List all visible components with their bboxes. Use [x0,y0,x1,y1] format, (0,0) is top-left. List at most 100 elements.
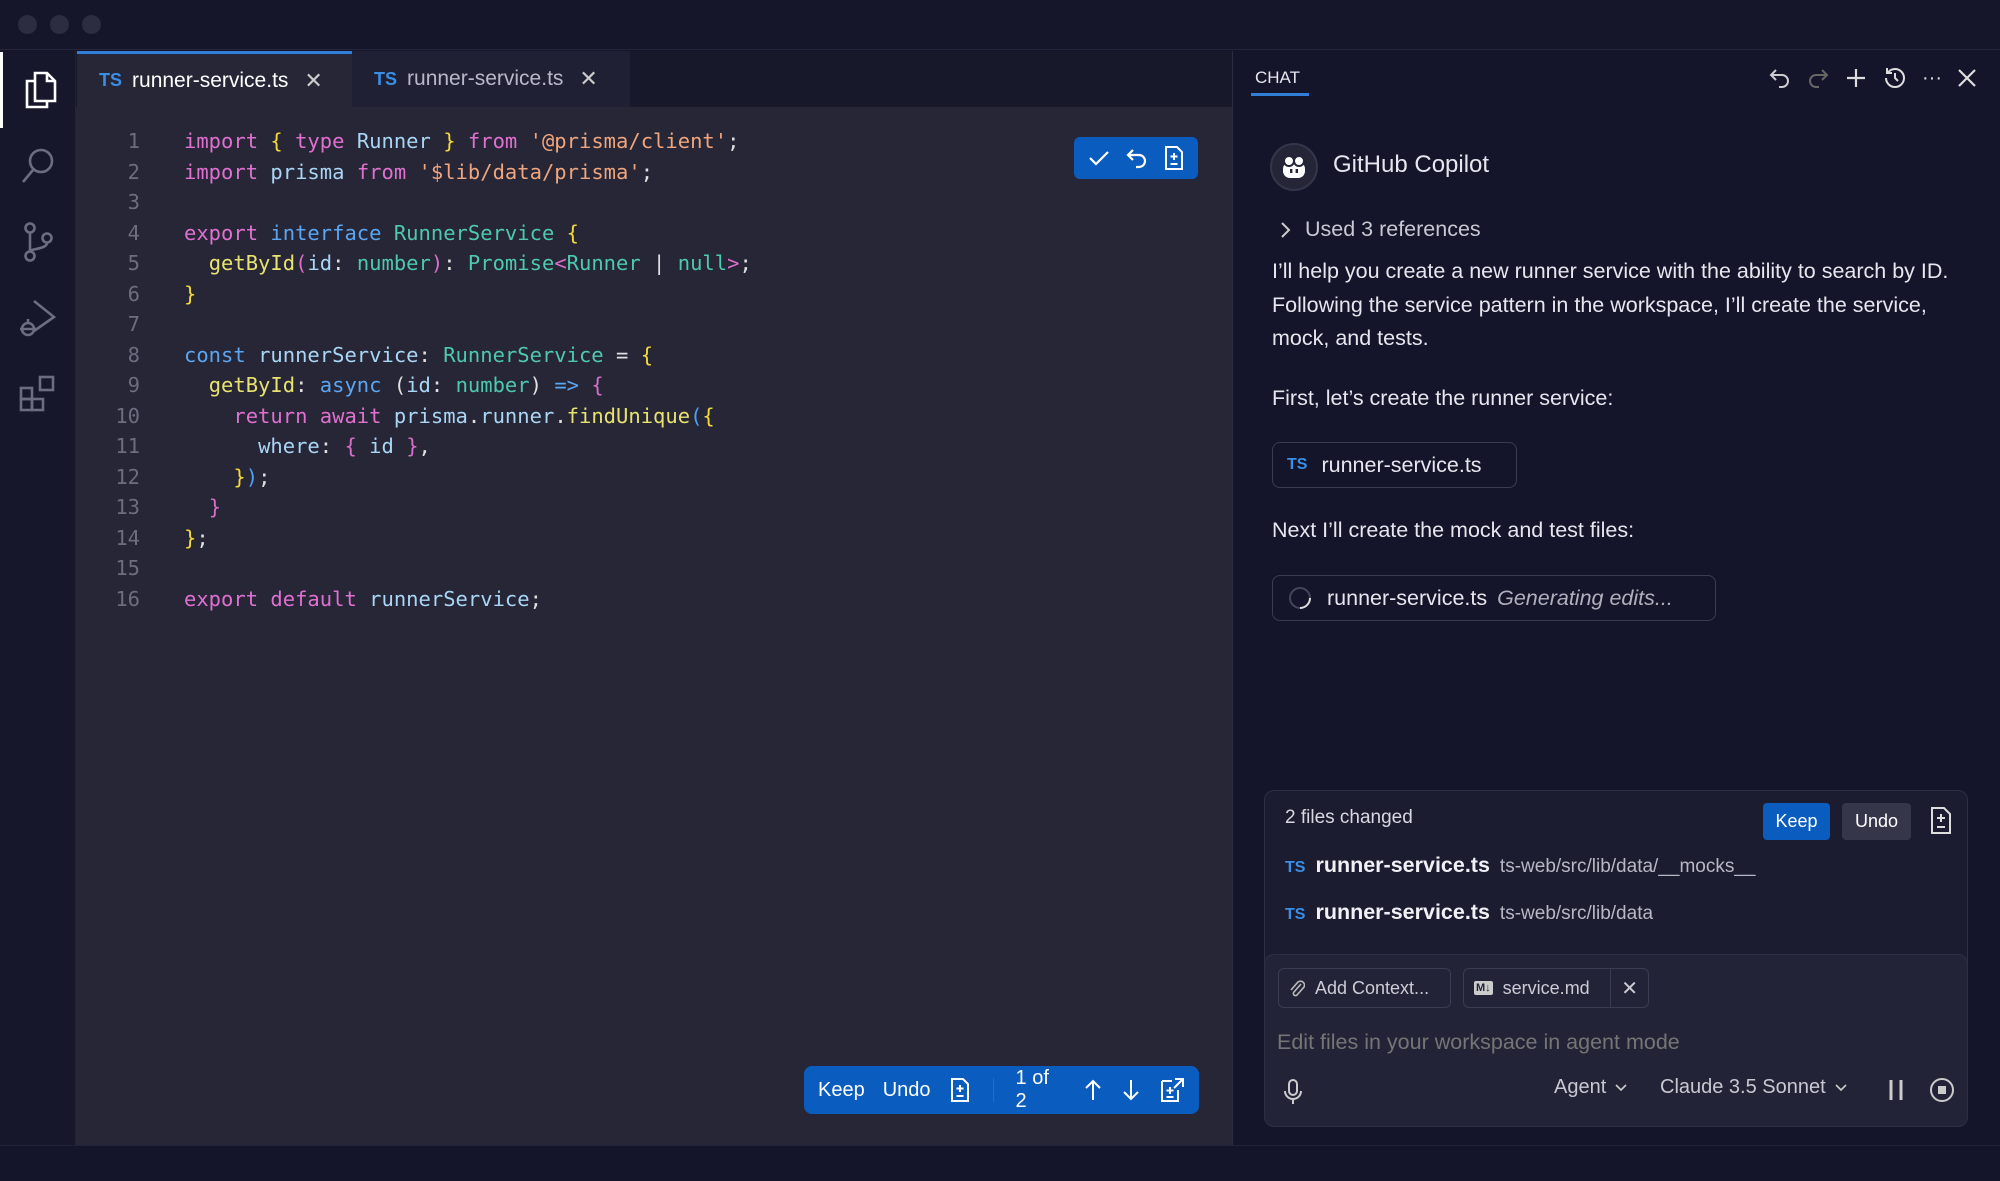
model-dropdown[interactable]: Claude 3.5 Sonnet [1660,1076,1848,1099]
code-token: ( [382,370,407,401]
add-context-label: Add Context... [1315,978,1429,999]
undo-button[interactable]: Undo [883,1079,931,1102]
code-token [406,157,418,188]
attachment-name: service.md [1503,978,1590,999]
close-chat-icon[interactable] [1956,67,1978,89]
tab-chat[interactable]: CHAT [1255,68,1300,88]
accept-change-icon[interactable] [1087,146,1111,170]
mode-label: Agent [1554,1076,1606,1099]
close-window-button[interactable] [18,15,37,34]
view-all-diffs-icon[interactable] [1929,805,1953,835]
code-token [258,126,270,157]
previous-change-icon[interactable] [1083,1078,1103,1102]
redo-icon[interactable] [1806,66,1830,90]
code-token: runnerService [258,340,418,371]
line-number: 7 [76,309,140,340]
code-line[interactable]: 14}; [76,523,1232,554]
code-token [357,431,369,462]
code-token: id [406,370,431,401]
undo-all-button[interactable]: Undo [1842,803,1911,840]
close-tab-icon[interactable]: ✕ [579,66,597,92]
code-line[interactable]: 13 } [76,492,1232,523]
code-line[interactable]: 6} [76,279,1232,310]
code-line[interactable]: 15 [76,553,1232,584]
typescript-file-icon: TS [374,69,397,90]
code-token: { [591,370,603,401]
tab-runner-service[interactable]: TS runner-service.ts ✕ [352,51,630,107]
code-token [184,370,209,401]
maximize-window-button[interactable] [82,15,101,34]
code-line[interactable]: 8const runnerService: RunnerService = { [76,340,1232,371]
mode-dropdown[interactable]: Agent [1554,1076,1628,1099]
attachment-chip[interactable]: M↓ service.md ✕ [1463,968,1649,1008]
remove-attachment-icon[interactable]: ✕ [1610,969,1648,1007]
code-line[interactable]: 5 getById(id: number): Promise<Runner | … [76,248,1232,279]
code-token [184,431,258,462]
open-diff-icon[interactable] [1163,145,1185,171]
code-token: null [678,248,727,279]
run-debug-icon[interactable] [0,280,76,356]
code-line[interactable]: 2import prisma from '$lib/data/prisma'; [76,157,1232,188]
code-line[interactable]: 11 where: { id }, [76,431,1232,462]
pause-icon[interactable] [1888,1078,1904,1102]
close-tab-icon[interactable]: ✕ [304,68,322,94]
undo-change-icon[interactable] [1125,146,1149,170]
extensions-icon[interactable] [0,356,76,432]
source-control-icon[interactable] [0,204,76,280]
code-line[interactable]: 7 [76,309,1232,340]
file-pill[interactable]: TS runner-service.ts [1272,442,1517,488]
changed-file-row[interactable]: TS runner-service.ts ts-web/src/lib/data… [1285,853,1755,878]
code-token: ( [295,248,307,279]
references-toggle[interactable]: Used 3 references [1279,217,1481,242]
code-line[interactable]: 3 [76,187,1232,218]
code-line[interactable]: 16export default runnerService; [76,584,1232,615]
chat-author: GitHub Copilot [1333,151,1489,179]
stop-icon[interactable] [1929,1077,1955,1103]
copilot-icon [1280,154,1308,180]
undo-icon[interactable] [1768,66,1792,90]
keep-button[interactable]: Keep [818,1079,865,1102]
open-diff-icon[interactable] [949,1077,971,1103]
code-token: interface [270,218,381,249]
changed-file-row[interactable]: TS runner-service.ts ts-web/src/lib/data [1285,900,1653,925]
more-actions-icon[interactable]: ··· [1922,67,1942,90]
line-number: 5 [76,248,140,279]
open-in-editor-icon[interactable] [1159,1077,1185,1103]
new-chat-icon[interactable] [1844,66,1868,90]
change-position: 1 of 2 [1016,1067,1065,1113]
code-token: ) [530,370,555,401]
history-icon[interactable] [1882,65,1908,91]
explorer-icon[interactable] [0,52,76,128]
code-token: from [468,126,517,157]
typescript-file-icon: TS [1285,906,1305,924]
chat-message-input[interactable] [1277,1025,1947,1059]
editor-area: TS runner-service.ts ✕ TS runner-service… [76,51,1232,1145]
code-line[interactable]: 1import { type Runner } from '@prisma/cl… [76,126,1232,157]
code-token [344,157,356,188]
microphone-icon[interactable] [1283,1078,1303,1106]
search-icon[interactable] [0,128,76,204]
code-line[interactable]: 10 return await prisma.runner.findUnique… [76,401,1232,432]
add-context-button[interactable]: Add Context... [1278,968,1451,1008]
code-token: default [270,584,356,615]
code-token [344,126,356,157]
code-token: prisma [270,157,344,188]
line-number: 4 [76,218,140,249]
generating-file-pill[interactable]: runner-service.ts Generating edits... [1272,575,1716,621]
code-token: => [554,370,579,401]
next-change-icon[interactable] [1121,1078,1141,1102]
minimize-window-button[interactable] [50,15,69,34]
keep-all-button[interactable]: Keep [1763,803,1830,840]
code-line[interactable]: 4export interface RunnerService { [76,218,1232,249]
chevron-down-icon [1614,1083,1628,1093]
code-line[interactable]: 9 getById: async (id: number) => { [76,370,1232,401]
code-token: where [258,431,320,462]
typescript-file-icon: TS [1287,456,1307,474]
code-token: RunnerService [394,218,554,249]
code-line[interactable]: 12 }); [76,462,1232,493]
code-token: } [443,126,455,157]
code-editor[interactable]: 1import { type Runner } from '@prisma/cl… [76,126,1232,614]
tab-runner-service-active[interactable]: TS runner-service.ts ✕ [77,51,352,107]
chat-panel: CHAT ··· GitHub Copilot Used 3 reference… [1232,51,2000,1145]
code-token [357,584,369,615]
